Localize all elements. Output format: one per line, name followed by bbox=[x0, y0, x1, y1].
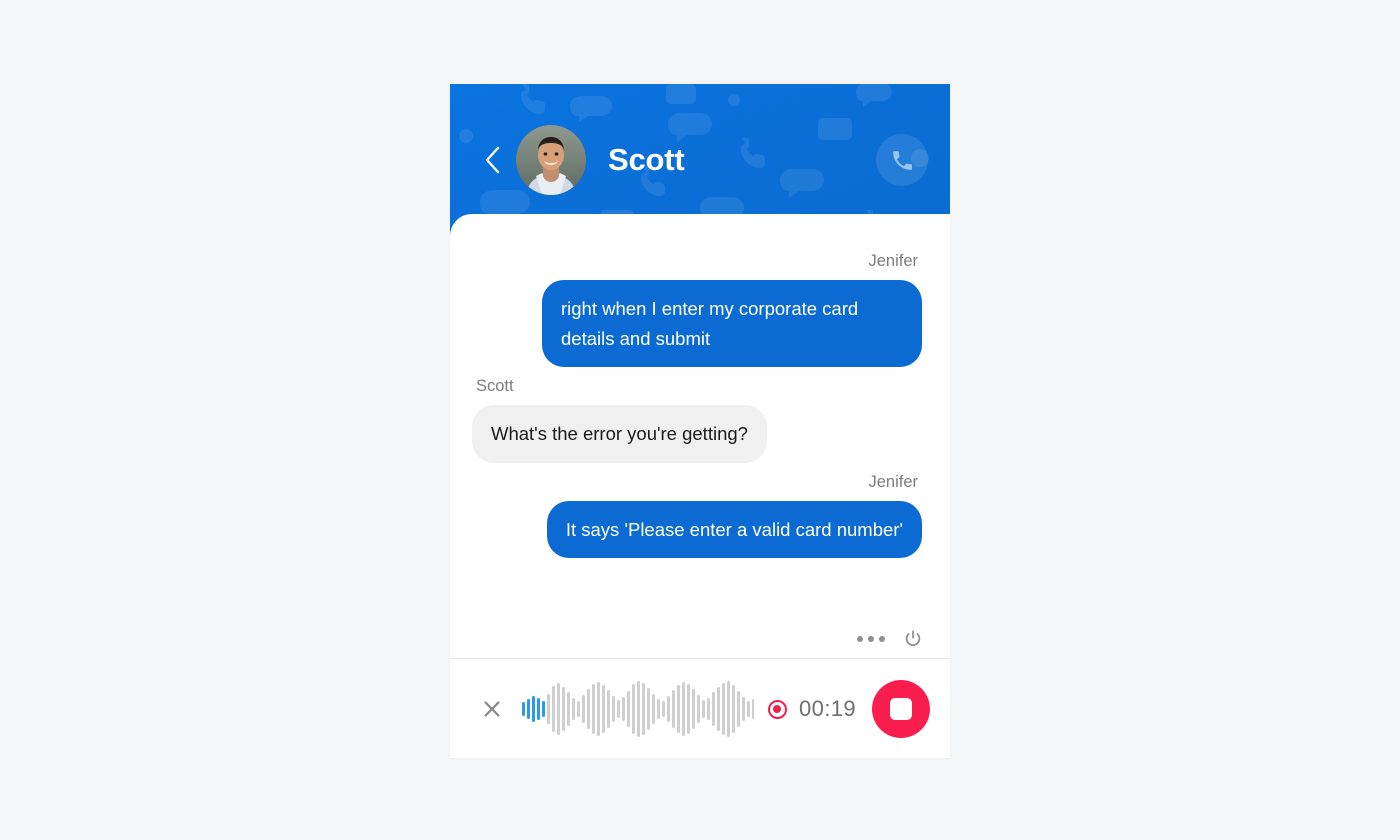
waveform-scrubber[interactable] bbox=[522, 681, 754, 737]
waveform-bar bbox=[702, 700, 705, 718]
messages-panel: Jenifer right when I enter my corporate … bbox=[450, 214, 950, 658]
waveform-bar bbox=[607, 690, 610, 728]
waveform-bar bbox=[662, 701, 665, 717]
waveform-bar bbox=[707, 698, 710, 720]
waveform-bar bbox=[737, 691, 740, 727]
recording-timer: 00:19 bbox=[798, 696, 856, 721]
avatar[interactable] bbox=[516, 125, 586, 195]
waveform-bar bbox=[682, 682, 685, 736]
voice-recorder-bar: 00:19 bbox=[450, 659, 950, 758]
power-icon[interactable] bbox=[902, 628, 924, 650]
message-row: Jenifer right when I enter my corporate … bbox=[472, 252, 922, 368]
waveform-bar bbox=[657, 699, 660, 719]
more-options-icon[interactable] bbox=[857, 636, 885, 642]
back-button[interactable] bbox=[478, 140, 508, 180]
waveform-bar bbox=[727, 681, 730, 737]
waveform-bar bbox=[532, 696, 535, 722]
waveform-bar bbox=[542, 701, 545, 717]
waveform-bar bbox=[632, 684, 635, 734]
waveform-bar bbox=[717, 687, 720, 731]
waveform-bar bbox=[677, 685, 680, 733]
page-root: Scott Jenifer right when I enter my corp… bbox=[0, 0, 1400, 840]
chat-window-card: Scott Jenifer right when I enter my corp… bbox=[450, 84, 950, 758]
phone-icon bbox=[892, 150, 912, 170]
waveform-bar bbox=[697, 695, 700, 723]
waveform-bar bbox=[722, 683, 725, 735]
message-bubble[interactable]: What's the error you're getting? bbox=[472, 405, 767, 463]
message-sender-name: Jenifer bbox=[868, 252, 918, 270]
waveform-bar bbox=[602, 685, 605, 733]
waveform-bar bbox=[642, 683, 645, 735]
waveform-bar bbox=[742, 697, 745, 721]
waveform-bar bbox=[592, 684, 595, 734]
waveform-bar bbox=[667, 696, 670, 722]
stop-recording-button[interactable] bbox=[872, 680, 930, 738]
waveform-bar bbox=[612, 696, 615, 722]
waveform-bar bbox=[617, 700, 620, 718]
waveform-bar bbox=[597, 682, 600, 736]
waveform-bar bbox=[582, 695, 585, 723]
waveform-bar bbox=[572, 698, 575, 720]
waveform-bar bbox=[637, 681, 640, 737]
message-bubble[interactable]: right when I enter my corporate card det… bbox=[542, 280, 922, 368]
message-sender-name: Scott bbox=[476, 377, 514, 396]
waveform-bar bbox=[622, 697, 625, 721]
waveform-bar bbox=[752, 699, 754, 719]
waveform-bar bbox=[522, 702, 525, 716]
message-sender-name: Jenifer bbox=[868, 472, 918, 491]
waveform-bar bbox=[547, 694, 550, 724]
waveform-bar bbox=[552, 686, 555, 732]
waveform-bar bbox=[732, 685, 735, 733]
waveform-bar bbox=[692, 689, 695, 729]
waveform-bar bbox=[647, 688, 650, 730]
message-row: Jenifer It says 'Please enter a valid ca… bbox=[472, 473, 922, 559]
call-button[interactable] bbox=[876, 134, 928, 186]
waveform-bar bbox=[537, 698, 540, 720]
waveform-bar bbox=[587, 689, 590, 729]
chat-action-bar bbox=[857, 628, 924, 650]
stop-square-icon bbox=[890, 698, 912, 720]
waveform-bar bbox=[687, 684, 690, 734]
message-row: Scott What's the error you're getting? bbox=[472, 377, 922, 463]
waveform-bar bbox=[567, 692, 570, 726]
waveform-bar bbox=[557, 683, 560, 735]
record-dot-icon bbox=[767, 699, 787, 719]
waveform-bar bbox=[562, 687, 565, 731]
avatar-photo bbox=[516, 125, 586, 195]
cancel-recording-button[interactable] bbox=[476, 693, 508, 725]
waveform-bar bbox=[672, 690, 675, 728]
waveform-bar bbox=[712, 692, 715, 726]
message-bubble[interactable]: It says 'Please enter a valid card numbe… bbox=[546, 500, 922, 559]
waveform-bar bbox=[577, 701, 580, 717]
waveform-bar bbox=[747, 701, 750, 717]
waveform-bar bbox=[627, 691, 630, 727]
chevron-left-icon bbox=[485, 146, 500, 174]
close-icon bbox=[484, 701, 500, 717]
waveform-bar bbox=[652, 694, 655, 724]
waveform-bar bbox=[527, 699, 530, 719]
page-title: Scott bbox=[608, 142, 685, 177]
